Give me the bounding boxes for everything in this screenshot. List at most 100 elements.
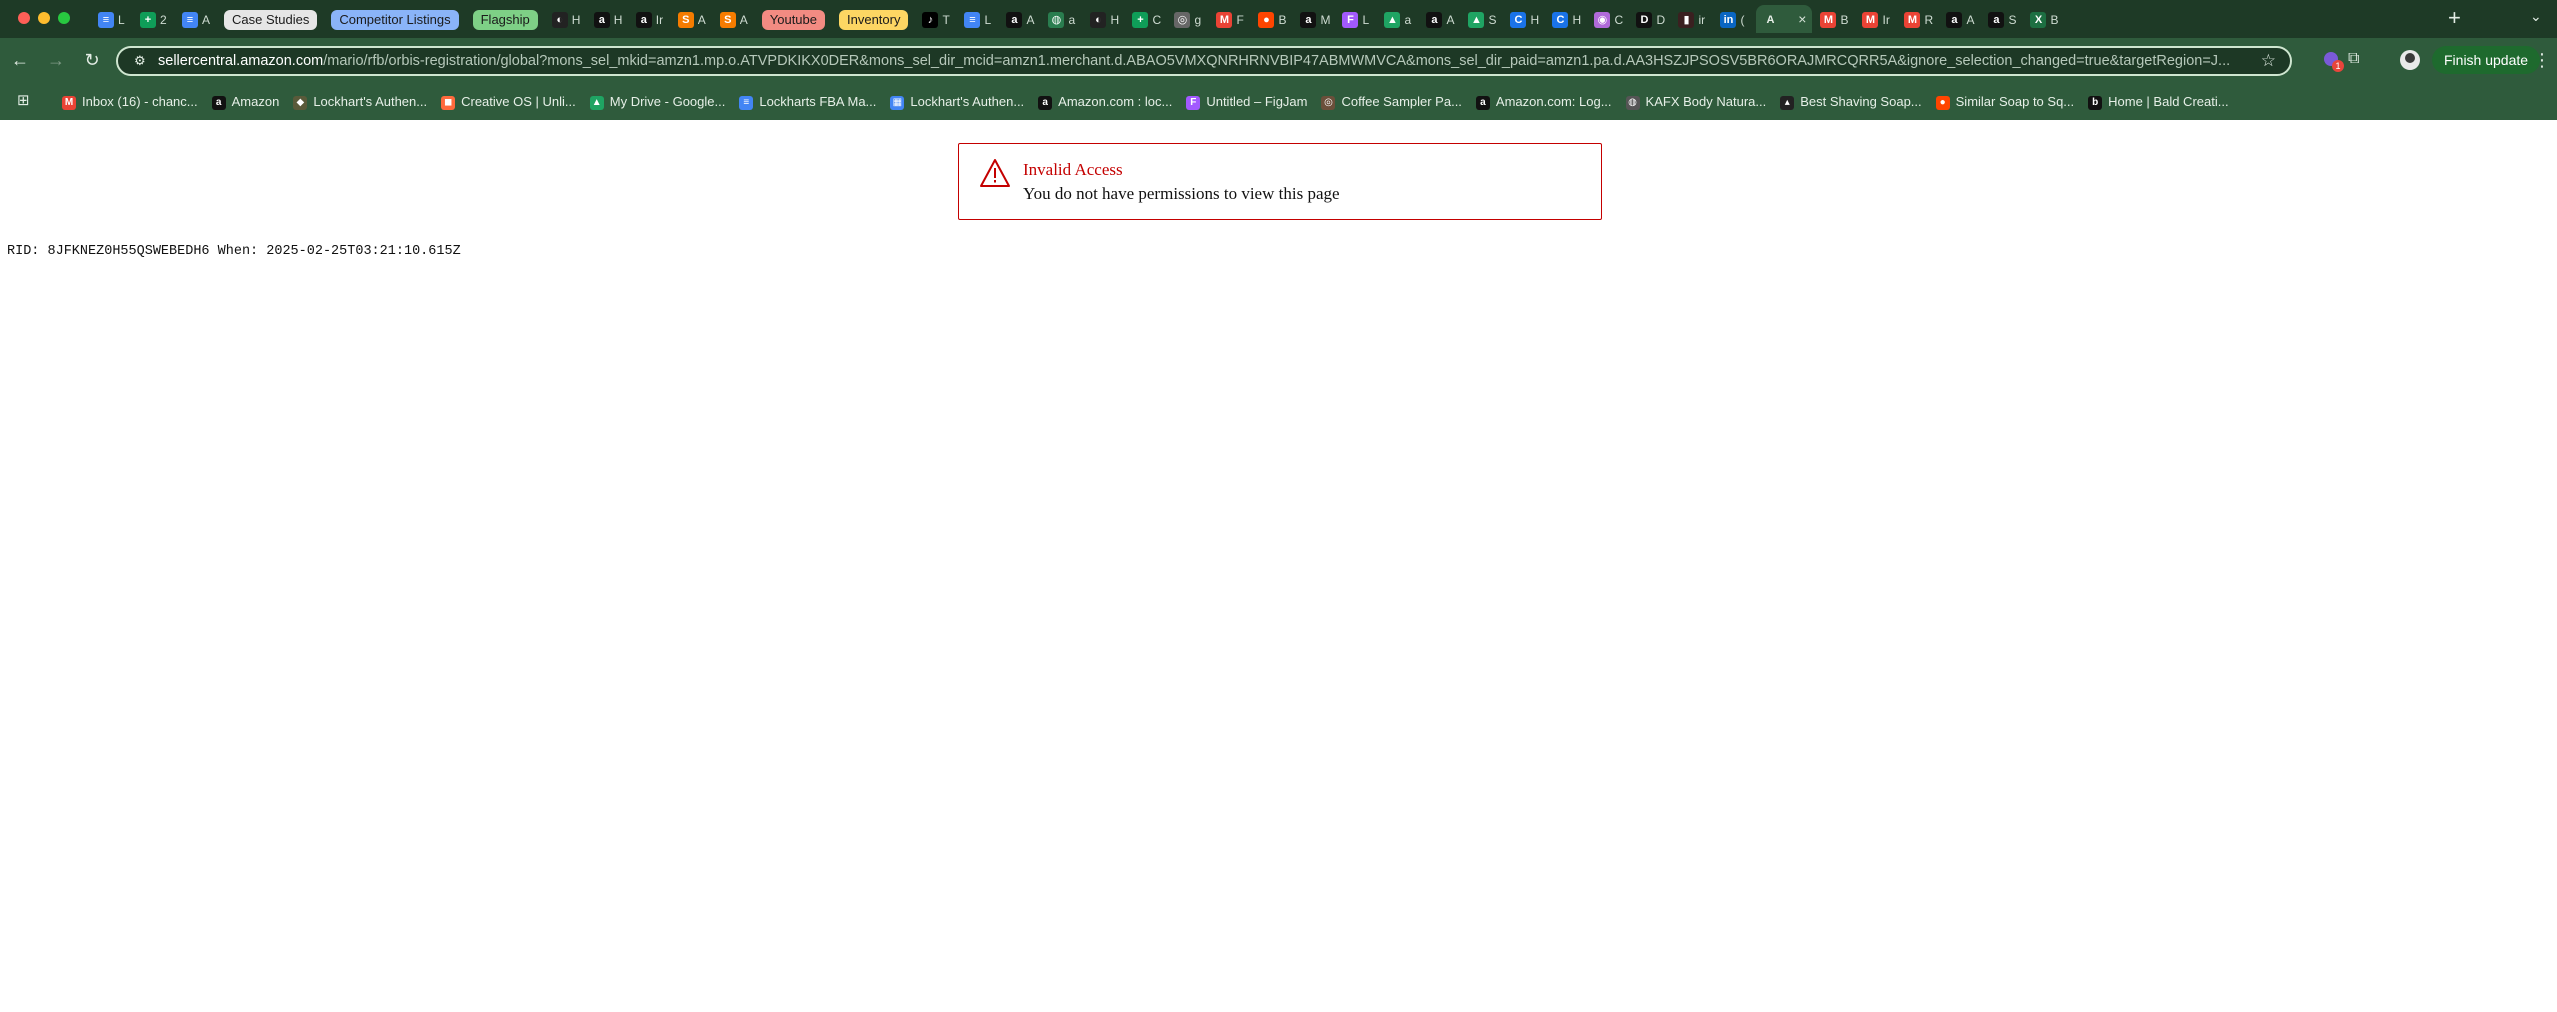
bookmark-item[interactable]: ▦ Lockhart's Authen... [890, 92, 1024, 112]
tab-title: a [1068, 12, 1076, 27]
close-window-button[interactable] [18, 12, 30, 24]
browser-tab[interactable]: ♪ T [916, 5, 956, 33]
alert-message: You do not have permissions to view this… [1023, 184, 1340, 203]
bookmark-item[interactable]: a Amazon.com: Log... [1475, 92, 1612, 112]
tab-strip: ≡ L +2 ≡ A Case Studies Competitor Listings Fla… [0, 0, 2557, 38]
gmail-icon: M [1904, 11, 1921, 28]
address-bar[interactable]: ⚙ sellercentral.amazon.com/mario/rfb/orb… [116, 46, 2292, 76]
calendar-icon: ▦ [890, 95, 905, 110]
globe-icon: ◍ [1625, 95, 1640, 110]
browser-tab[interactable]: ◐ H [546, 5, 586, 33]
maximize-window-button[interactable] [58, 12, 70, 24]
tab-group-chip[interactable]: Flagship [467, 5, 544, 33]
browser-tab[interactable]: aA [1940, 5, 1980, 33]
bookmark-item[interactable]: ● Similar Soap to Sq... [1935, 92, 2075, 112]
tab-title: 2 [160, 12, 167, 27]
docs-icon: ≡ [739, 95, 754, 110]
bookmark-item[interactable]: ▲ My Drive - Google... [589, 92, 725, 112]
bookmark-item[interactable]: ▴ Best Shaving Soap... [1780, 92, 1922, 112]
extensions-puzzle-icon[interactable]: ⧉ [2348, 50, 2359, 68]
docs-icon: ≡ [964, 11, 981, 28]
tab-group-chip[interactable]: Youtube [756, 5, 831, 33]
minimize-window-button[interactable] [38, 12, 50, 24]
bookmark-star-icon[interactable]: ☆ [2261, 51, 2276, 71]
browser-tab[interactable]: aS [1982, 5, 2022, 33]
finish-update-button[interactable]: Finish update [2432, 46, 2541, 74]
bookmark-item[interactable]: a Amazon [211, 92, 279, 112]
browser-tab[interactable]: ▲ S [1462, 5, 1502, 33]
bookmark-label: KAFX Body Natura... [1645, 94, 1767, 109]
tab-group-chip[interactable]: Competitor Listings [325, 5, 464, 33]
browser-tab[interactable]: SA [672, 5, 712, 33]
lockhart-icon: ◆ [293, 95, 308, 110]
alert-heading: Invalid Access [1023, 160, 1123, 179]
tab-title: L [984, 12, 992, 27]
browser-tab[interactable]: aA [1420, 5, 1460, 33]
browser-tab[interactable]: in( [1714, 5, 1754, 33]
back-arrow-icon[interactable]: ← [10, 50, 30, 70]
extension-icon[interactable]: 1 [2324, 52, 2344, 72]
browser-tab[interactable]: FL [1336, 5, 1376, 33]
browser-tab[interactable]: ≡ A [176, 5, 216, 33]
apps-grid-icon[interactable]: ⊞ [17, 93, 33, 109]
request-id-text: RID: 8JFKNEZ0H55QSWEBEDH6 When: 2025-02-… [7, 244, 461, 259]
browser-tab[interactable]: SA [714, 5, 754, 33]
browser-tab[interactable]: CH [1504, 5, 1544, 33]
browser-tab[interactable]: aH [588, 5, 628, 33]
browser-tab[interactable]: ▮ ir [1672, 5, 1712, 33]
browser-tab[interactable]: CH [1546, 5, 1586, 33]
tab-search-chevron-icon[interactable]: ⌄ [2530, 8, 2542, 25]
browser-tab[interactable]: ≡ L [958, 5, 998, 33]
browser-tab[interactable]: ≡ L [92, 5, 132, 33]
profile-avatar[interactable] [2400, 50, 2420, 70]
b-logo-icon: b [2088, 95, 2103, 110]
forward-arrow-icon[interactable]: → [46, 50, 66, 70]
tab-group-chip[interactable]: Inventory [833, 5, 914, 33]
bookmark-label: Lockharts FBA Ma... [759, 94, 877, 109]
browser-tab[interactable]: XB [2024, 5, 2064, 33]
browser-tab[interactable]: + C [1126, 5, 1166, 33]
browser-tab[interactable]: aA [1000, 5, 1040, 33]
bookmark-item[interactable]: a Amazon.com : loc... [1038, 92, 1172, 112]
bookmark-item[interactable]: ◎ Coffee Sampler Pa... [1321, 92, 1462, 112]
bookmark-item[interactable]: ◆ Lockhart's Authen... [293, 92, 427, 112]
bookmark-item[interactable]: ◼ Creative OS | Unli... [441, 92, 576, 112]
more-menu-icon[interactable]: ⋮ [2533, 50, 2551, 70]
browser-tab[interactable]: a Ir [630, 5, 670, 33]
browser-tab[interactable]: DD [1630, 5, 1670, 33]
browser-tab[interactable]: MR [1898, 5, 1938, 33]
tab-group-chip[interactable]: Case Studies [218, 5, 323, 33]
browser-tab[interactable]: aM [1294, 5, 1334, 33]
close-tab-icon[interactable]: × [1798, 5, 1806, 33]
reload-icon[interactable]: ↻ [82, 50, 102, 70]
tab-group-label: Case Studies [224, 9, 318, 30]
new-tab-button[interactable]: + [2448, 6, 2461, 30]
site-info-icon[interactable]: ⚙ [134, 53, 150, 69]
bookmark-item[interactable]: ≡ Lockharts FBA Ma... [739, 92, 876, 112]
browser-tab[interactable]: ▲ a [1378, 5, 1418, 33]
browser-tab[interactable]: MB [1814, 5, 1854, 33]
browser-tab[interactable]: ◉ C [1588, 5, 1628, 33]
browser-tab[interactable]: ◐ H [1084, 5, 1124, 33]
bookmark-item[interactable]: b Home | Bald Creati... [2088, 92, 2229, 112]
tab-title: D [1656, 12, 1666, 27]
browser-tab[interactable]: +2 [134, 5, 174, 33]
browser-tab[interactable]: ● B [1252, 5, 1292, 33]
browser-tab[interactable]: ◎ g [1168, 5, 1208, 33]
browser-tab[interactable]: MF [1210, 5, 1250, 33]
bookmark-label: Similar Soap to Sq... [1955, 94, 2075, 109]
bookmark-item[interactable]: F Untitled – FigJam [1186, 92, 1307, 112]
browser-tab[interactable]: M Ir [1856, 5, 1896, 33]
bookmark-item[interactable]: M Inbox (16) - chanc... [62, 92, 198, 112]
amazon-icon: a [211, 95, 226, 110]
tab-title: L [118, 12, 125, 27]
active-tab[interactable]: A × [1756, 5, 1813, 33]
browser-tab[interactable]: ◍ a [1042, 5, 1082, 33]
s-logo-icon: S [677, 11, 694, 28]
browser-chrome: ≡ L +2 ≡ A Case Studies Competitor Listings Fla… [0, 0, 2557, 120]
tab-title: H [1110, 12, 1120, 27]
bookmark-item[interactable]: ◍ KAFX Body Natura... [1625, 92, 1767, 112]
tab-title: S [2008, 12, 2017, 27]
url-text[interactable]: sellercentral.amazon.com/mario/rfb/orbis… [158, 48, 2238, 74]
warning-icon [980, 159, 1010, 187]
